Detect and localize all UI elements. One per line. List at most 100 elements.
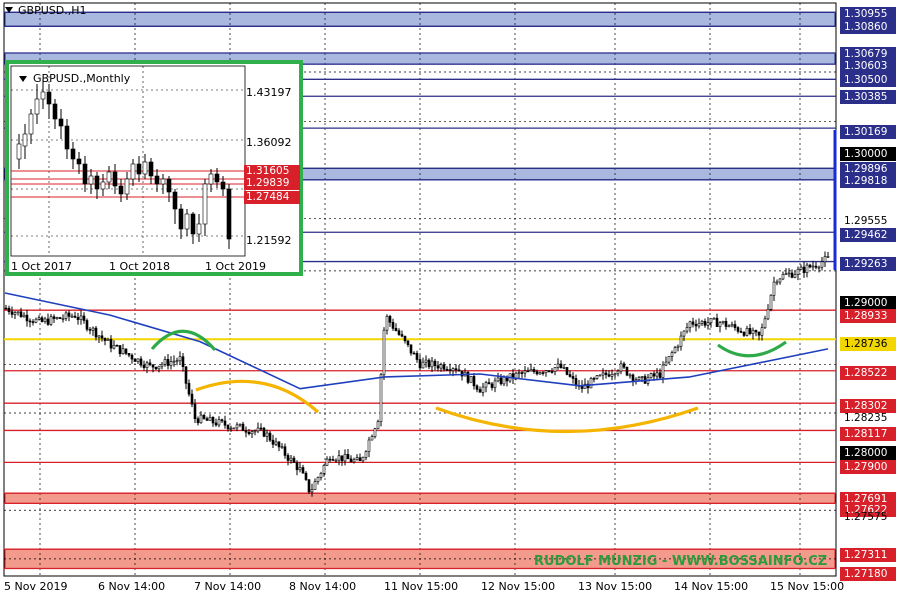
candle-body (70, 315, 74, 318)
inset-candle-body (40, 91, 46, 100)
candle-body (787, 272, 791, 275)
candle-body (253, 430, 257, 433)
candle-body (631, 374, 635, 381)
inset-candle-body (208, 173, 214, 185)
price-axis-label: 1.29000 (840, 296, 896, 310)
inset-candle-body (64, 125, 70, 150)
inset-candle-body (100, 181, 106, 190)
candle-body (127, 353, 131, 356)
candle-body (310, 489, 314, 493)
candle-body (535, 371, 539, 375)
candle-body (739, 331, 743, 333)
candle-body (103, 337, 107, 341)
candle-body (724, 320, 728, 327)
candle-body (448, 369, 452, 371)
candle-body (220, 419, 224, 422)
candle-body (793, 274, 797, 278)
candle-body (247, 431, 251, 435)
candle-body (313, 481, 317, 490)
candle-body (178, 356, 182, 362)
time-axis-label: 14 Nov 15:00 (674, 580, 749, 593)
price-axis-label: 1.28736 (840, 337, 896, 351)
candle-body (16, 311, 20, 314)
time-axis-label: 7 Nov 14:00 (194, 580, 262, 593)
candle-body (802, 266, 806, 273)
candle-body (736, 327, 740, 332)
inset-time-label: 1 Oct 2018 (109, 260, 171, 273)
inset-candle-body (220, 181, 226, 190)
candle-body (244, 430, 248, 433)
candle-body (115, 345, 119, 347)
candle-body (79, 315, 83, 320)
candle-body (142, 364, 146, 368)
candle-body (475, 385, 479, 390)
candle-body (364, 451, 368, 458)
candle-body (265, 432, 269, 437)
inset-candle-body (142, 161, 148, 175)
inset-candle-body (184, 213, 190, 230)
chevron-down-icon[interactable] (19, 76, 27, 82)
candle-body (43, 318, 47, 322)
price-axis-label: 1.27311 (840, 548, 896, 562)
candle-body (751, 329, 755, 334)
candle-body (49, 316, 53, 325)
candle-body (415, 353, 419, 360)
candle-body (523, 370, 527, 374)
candle-body (325, 458, 329, 466)
candle-body (307, 479, 311, 493)
candle-body (52, 316, 56, 319)
candle-body (757, 331, 761, 336)
candle-body (82, 315, 86, 321)
candle-body (721, 320, 725, 323)
chevron-down-icon[interactable] (5, 7, 13, 13)
candle-body (361, 456, 365, 462)
inset-candle-body (112, 171, 118, 187)
candle-body (652, 373, 656, 377)
candle-body (694, 323, 698, 327)
candle-body (316, 477, 320, 482)
forex-chart[interactable]: GBPUSD.,H1 1.30955 1.30860 1.30679 1.30603 1… (0, 0, 900, 600)
candle-body (745, 328, 749, 336)
candle-body (748, 328, 752, 334)
candle-body (727, 325, 731, 328)
candle-body (667, 355, 671, 363)
candle-body (706, 322, 710, 326)
candle-body (457, 369, 461, 372)
price-axis-label: 1.30955 (840, 7, 896, 21)
candle-body (469, 376, 473, 383)
candle-body (277, 441, 281, 448)
candle-body (367, 439, 371, 452)
candle-body (388, 316, 392, 323)
candle-body (778, 278, 782, 283)
candle-body (553, 367, 557, 372)
candle-body (391, 322, 395, 329)
monthly-inset-chart[interactable]: GBPUSD.,Monthly 1.43197 1.36092 1.21592 1.3… (5, 60, 303, 276)
inset-candle-body (136, 163, 142, 175)
candle-body (292, 457, 296, 463)
inset-candle-body (16, 143, 22, 160)
candle-body (160, 363, 164, 367)
candle-body (454, 368, 458, 371)
candle-body (148, 362, 152, 366)
candle-body (193, 403, 197, 419)
inset-candle-body (154, 175, 160, 185)
candle-body (370, 436, 374, 441)
candle-body (589, 378, 593, 389)
inset-candle-body (82, 163, 88, 185)
candle-body (820, 261, 824, 268)
candle-body (151, 364, 155, 368)
inset-candle-body (94, 175, 100, 190)
candle-body (742, 332, 746, 336)
candle-body (274, 441, 278, 445)
candle-body (568, 374, 572, 377)
candle-body (772, 281, 776, 296)
candle-body (217, 419, 221, 426)
time-axis-label: 13 Nov 15:00 (578, 580, 653, 593)
candle-body (673, 347, 677, 353)
candle-body (700, 321, 704, 324)
candle-body (46, 318, 50, 325)
watermark-text: RUDOLF MUNZIG - WWW.BOSSAINFO.CZ (534, 554, 828, 569)
inset-candle-body (118, 185, 124, 195)
candle-body (328, 458, 332, 461)
inset-candle-body (130, 163, 136, 180)
